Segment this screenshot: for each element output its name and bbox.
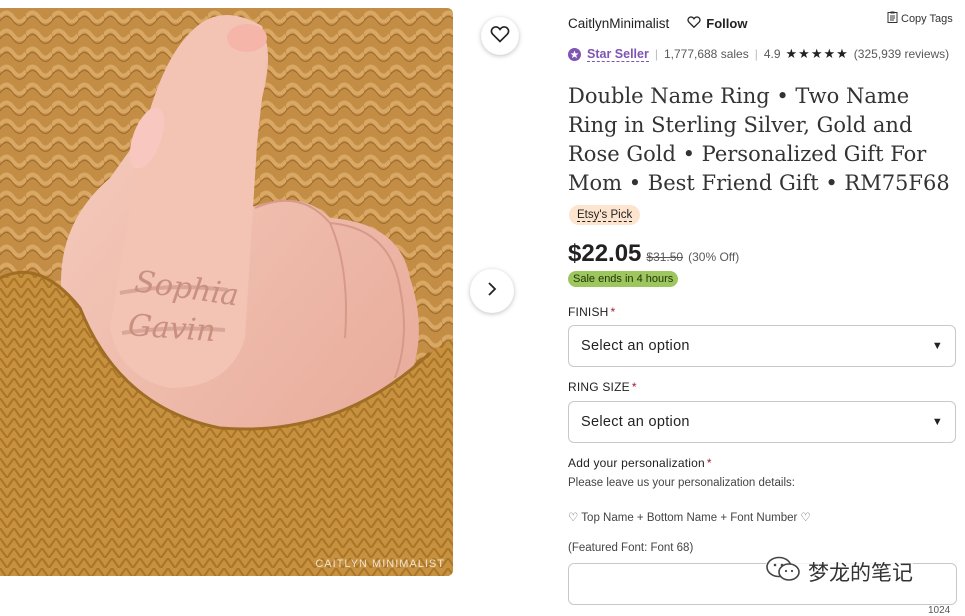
heart-icon	[490, 24, 510, 49]
caret-down-icon: ▼	[931, 416, 943, 428]
current-price: $22.05	[568, 240, 642, 267]
sale-ends-badge: Sale ends in 4 hours	[568, 271, 679, 287]
required-asterisk: *	[706, 456, 712, 470]
finish-label: FINISH *	[568, 305, 615, 319]
character-count: 1024	[928, 605, 951, 616]
star-seller-icon	[568, 47, 581, 61]
finish-label-text: FINISH	[568, 305, 609, 319]
required-asterisk: *	[631, 380, 637, 394]
heart-icon	[687, 15, 701, 32]
personalization-format: ♡ Top Name + Bottom Name + Font Number ♡	[568, 512, 811, 524]
ring-size-label-text: RING SIZE	[568, 380, 630, 394]
wechat-watermark-text: 梦龙的笔记	[808, 560, 913, 585]
wechat-icon	[766, 556, 800, 587]
copy-tags-label: Copy Tags	[901, 12, 953, 25]
star-seller-link[interactable]: Star Seller	[587, 47, 649, 62]
divider: |	[754, 47, 758, 61]
product-image[interactable]: Sophia Gavin CAITLYN MINIMALIST	[0, 8, 453, 576]
price-row: $22.05 $31.50 (30% Off)	[568, 240, 739, 268]
rating-value: 4.9	[763, 47, 781, 61]
finish-select[interactable]: Select an option ▼	[568, 325, 956, 367]
follow-label: Follow	[706, 15, 748, 31]
product-title: Double Name Ring • Two Name Ring in Ster…	[568, 84, 950, 195]
rating-stars-icon: ★★★★★	[785, 46, 849, 61]
photo-watermark: CAITLYN MINIMALIST	[315, 558, 445, 570]
etsy-pick-badge[interactable]: Etsy's Pick	[569, 205, 641, 225]
original-price: $31.50	[646, 250, 684, 264]
wechat-watermark: 梦龙的笔记	[766, 556, 913, 587]
clipboard-icon	[887, 11, 898, 26]
finish-select-value: Select an option	[581, 338, 690, 354]
shop-name-link[interactable]: CaitlynMinimalist	[568, 16, 669, 31]
chevron-right-icon	[483, 280, 501, 303]
svg-text:Gavin: Gavin	[127, 308, 217, 349]
personalization-label: Add your personalization *	[568, 456, 712, 470]
personalization-instructions: Please leave us your personalization det…	[568, 477, 795, 489]
required-asterisk: *	[610, 305, 616, 319]
ring-size-select-value: Select an option	[581, 414, 690, 430]
ring-size-select[interactable]: Select an option ▼	[568, 401, 956, 443]
etsy-pick-label: Etsy's Pick	[577, 208, 633, 222]
reviews-link[interactable]: (325,939 reviews)	[854, 47, 949, 61]
favorite-button[interactable]	[481, 17, 519, 55]
personalization-label-text: Add your personalization	[568, 456, 705, 470]
divider: |	[654, 47, 658, 61]
sales-count: 1,777,688 sales	[663, 47, 749, 61]
personalization-featured-font: (Featured Font: Font 68)	[568, 542, 694, 554]
discount-text: (30% Off)	[688, 250, 740, 264]
caret-down-icon: ▼	[931, 340, 943, 352]
ring-size-label: RING SIZE *	[568, 380, 637, 394]
shop-stats: Star Seller | 1,777,688 sales | 4.9 ★★★★…	[568, 45, 960, 63]
follow-button[interactable]: Follow	[687, 15, 747, 32]
next-image-button[interactable]	[470, 269, 514, 313]
copy-tags-button[interactable]: Copy Tags	[887, 11, 953, 26]
